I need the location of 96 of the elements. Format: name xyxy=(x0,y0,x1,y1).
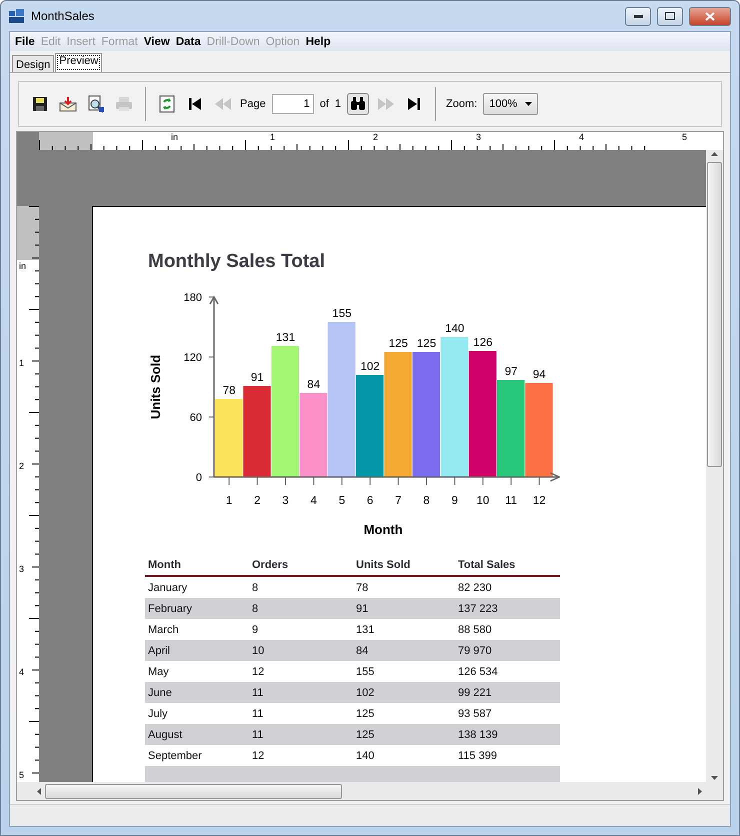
column-header: Total Sales xyxy=(458,559,516,571)
menu-item[interactable]: Help xyxy=(302,36,334,48)
axis-tick-label: 120 xyxy=(184,352,202,364)
report-title: Monthly Sales Total xyxy=(148,251,326,273)
ruler-number: 2 xyxy=(19,462,24,471)
table-cell-text: 138 139 xyxy=(458,728,499,740)
table-cell-text: 125 xyxy=(356,708,376,720)
column-header: Units Sold xyxy=(356,559,412,571)
column-header: Month xyxy=(148,559,182,571)
bar-value-label: 84 xyxy=(307,379,320,391)
axis-tick-label: 11 xyxy=(505,495,518,507)
table-cell-text: 84 xyxy=(356,644,370,656)
axis-tick-label: 0 xyxy=(196,472,202,484)
column-header: Orders xyxy=(252,559,290,571)
page-number-field[interactable]: 1 xyxy=(272,94,314,114)
axis-tick-label: 4 xyxy=(310,495,317,507)
table-cell-text: 140 xyxy=(356,750,376,762)
table-cell-text: September xyxy=(148,750,203,762)
axis-tick-label: 60 xyxy=(190,412,202,424)
table-cell-text: 8 xyxy=(252,582,260,594)
bar-value-label: 125 xyxy=(388,338,408,350)
axis-tick-label: 12 xyxy=(532,495,546,507)
table-cell-text: 11 xyxy=(252,686,264,698)
table-cell-text: August xyxy=(148,728,184,740)
zoom-label: Zoom: xyxy=(446,98,478,110)
table-cell-text: 11 xyxy=(252,728,264,740)
table-cell-text: May xyxy=(148,666,170,678)
of-label: of xyxy=(320,98,329,110)
table-cell-text: 78 xyxy=(356,582,370,594)
bar-value-label: 78 xyxy=(222,385,236,397)
ruler-number: 1 xyxy=(270,133,276,142)
table-cell-text: 93 587 xyxy=(458,708,493,720)
table-cell-text: 126 534 xyxy=(458,666,499,678)
table-cell-text: 125 xyxy=(356,728,376,740)
table-cell-text: January xyxy=(148,582,188,594)
table-cell-text: 8 xyxy=(252,602,260,614)
bar-value-label: 94 xyxy=(532,369,546,381)
table-cell-text: 82 230 xyxy=(458,582,493,594)
bar-value-label: 155 xyxy=(332,308,352,320)
table-cell-text: April xyxy=(148,644,172,656)
page-count: 1 xyxy=(334,98,342,110)
page-label: Page xyxy=(240,98,266,110)
bar-value-label: 125 xyxy=(416,338,436,350)
axis-tick-label: 8 xyxy=(423,495,430,507)
bar-value-label: 91 xyxy=(250,372,264,384)
axis-tick-label: 1 xyxy=(226,495,232,507)
bar-value-label: 131 xyxy=(276,332,296,344)
table-cell-text: February xyxy=(148,602,194,614)
table-cell-text: 155 xyxy=(356,666,376,678)
ruler-number: 4 xyxy=(579,133,584,142)
axis-tick-label: 180 xyxy=(184,292,202,304)
ruler-unit: in xyxy=(19,262,26,271)
tab[interactable]: Design xyxy=(12,55,54,72)
table-cell-text: July xyxy=(148,708,169,720)
axis-title: Units Sold xyxy=(148,354,163,420)
table-cell-text: 88 580 xyxy=(458,624,493,636)
table-cell-text: March xyxy=(148,624,180,636)
bar-value-label: 102 xyxy=(360,361,380,373)
window-title: MonthSales xyxy=(31,9,96,23)
ruler-number: 5 xyxy=(19,771,24,780)
axis-title: Month xyxy=(364,522,403,537)
table-cell-text: 9 xyxy=(252,624,260,636)
bar-value-label: 97 xyxy=(504,366,518,378)
ruler-number: 1 xyxy=(19,359,24,368)
axis-tick-label: 3 xyxy=(282,495,289,507)
table-cell-text: 79 970 xyxy=(458,644,493,656)
bar-value-label: 126 xyxy=(473,337,492,349)
table-cell-text: 10 xyxy=(252,644,266,656)
menu-item[interactable]: View xyxy=(140,36,173,48)
table-cell-text: 11 xyxy=(252,708,264,720)
zoom-dropdown[interactable]: 100% xyxy=(483,93,538,115)
table-cell-text: 12 xyxy=(252,666,266,678)
tab[interactable]: Preview xyxy=(55,53,102,72)
table-cell-text: 115 399 xyxy=(458,750,498,762)
axis-tick-label: 9 xyxy=(452,495,458,507)
table-cell-text: 99 221 xyxy=(458,686,493,698)
menu-item[interactable]: Data xyxy=(172,36,204,48)
table-cell-text: 102 xyxy=(356,686,376,698)
menu-item[interactable]: File xyxy=(12,36,38,48)
table-cell-text: June xyxy=(148,686,173,698)
ruler-number: 2 xyxy=(373,133,378,142)
ruler-number: 4 xyxy=(19,668,24,677)
axis-tick-label: 7 xyxy=(395,495,402,507)
ruler-number: 5 xyxy=(682,133,688,142)
axis-tick-label: 6 xyxy=(366,495,374,507)
axis-tick-label: 5 xyxy=(338,495,346,507)
table-cell-text: 137 223 xyxy=(458,602,499,614)
bar-value-label: 140 xyxy=(445,323,464,335)
axis-tick-label: 2 xyxy=(254,495,260,507)
axis-tick-label: 10 xyxy=(476,495,490,507)
table-cell-text: 12 xyxy=(252,750,266,762)
table-cell-text: 131 xyxy=(356,624,376,636)
ruler-unit: in xyxy=(171,133,178,142)
ruler-number: 3 xyxy=(19,565,24,574)
ruler-number: 3 xyxy=(476,133,482,142)
table-cell-text: 91 xyxy=(356,602,370,614)
